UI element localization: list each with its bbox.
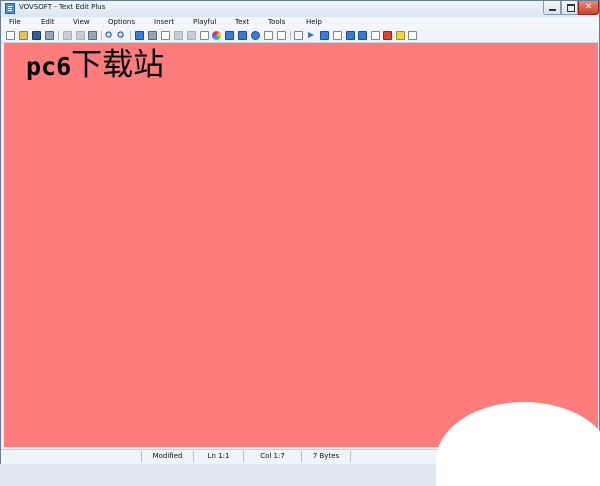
brush-icon[interactable] — [225, 31, 234, 40]
copy-icon[interactable] — [76, 31, 85, 40]
at-sign-icon[interactable] — [251, 31, 260, 40]
minimize-button[interactable] — [543, 1, 561, 15]
menu-help[interactable]: Help — [306, 18, 322, 26]
toolbar — [1, 29, 599, 43]
print-icon[interactable] — [45, 31, 54, 40]
calendar-icon[interactable] — [200, 31, 209, 40]
editor-content: pc6下载站 — [26, 47, 164, 85]
menu-text[interactable]: Text — [235, 18, 249, 26]
upload-icon[interactable] — [346, 31, 355, 40]
menu-edit[interactable]: Edit — [41, 18, 55, 26]
arrow-right-icon[interactable] — [307, 31, 316, 40]
save-icon[interactable] — [32, 31, 41, 40]
list-icon[interactable] — [264, 31, 273, 40]
editor-content-latin: pc6 — [26, 52, 72, 81]
notes-icon[interactable] — [408, 31, 417, 40]
indent-icon[interactable] — [294, 31, 303, 40]
toolbar-separator — [101, 31, 102, 40]
status-line: Ln 1:1 — [193, 451, 243, 462]
menu-file[interactable]: File — [9, 18, 21, 26]
download-icon[interactable] — [358, 31, 367, 40]
paste-icon[interactable] — [88, 31, 97, 40]
warning-icon[interactable] — [396, 31, 405, 40]
date-icon[interactable] — [383, 31, 392, 40]
menu-options[interactable]: Options — [108, 18, 135, 26]
menu-view[interactable]: View — [73, 18, 90, 26]
maximize-button[interactable] — [561, 1, 578, 15]
insert-table-icon[interactable] — [148, 31, 157, 40]
insert-image-icon[interactable] — [135, 31, 144, 40]
editor-content-cjk: 下载站 — [71, 47, 165, 83]
toolbar-separator — [130, 31, 131, 40]
stamp-icon[interactable] — [187, 31, 196, 40]
arrow-down-icon[interactable] — [320, 31, 329, 40]
app-window: VOVSOFT - Text Edit Plus ✕ File Edit Vie… — [0, 0, 600, 464]
status-size: 7 Bytes — [301, 451, 351, 462]
open-folder-icon[interactable] — [19, 31, 28, 40]
font-icon[interactable] — [161, 31, 170, 40]
toolbar-separator — [290, 31, 291, 40]
menu-insert[interactable]: Insert — [154, 18, 174, 26]
text-editor-area[interactable]: pc6下载站 — [4, 43, 598, 447]
document-icon[interactable] — [333, 31, 342, 40]
status-modified: Modified — [141, 451, 193, 462]
color-picker-icon[interactable] — [212, 31, 221, 40]
find-icon[interactable] — [105, 31, 114, 40]
filter-icon[interactable] — [238, 31, 247, 40]
window-title: VOVSOFT - Text Edit Plus — [19, 3, 106, 11]
menu-tools[interactable]: Tools — [268, 18, 285, 26]
keyboard-icon[interactable] — [277, 31, 286, 40]
menu-bar: File Edit View Options Insert Playful Te… — [1, 17, 599, 29]
replace-icon[interactable] — [117, 31, 126, 40]
title-bar[interactable]: VOVSOFT - Text Edit Plus ✕ — [1, 1, 599, 17]
cut-icon[interactable] — [63, 31, 72, 40]
close-icon: ✕ — [584, 2, 593, 12]
app-icon[interactable] — [5, 3, 15, 14]
page-icon[interactable] — [371, 31, 380, 40]
close-button[interactable]: ✕ — [578, 1, 599, 15]
status-column: Col 1:7 — [243, 451, 301, 462]
lock-icon[interactable] — [174, 31, 183, 40]
toolbar-separator — [58, 31, 59, 40]
menu-playful[interactable]: Playful — [193, 18, 216, 26]
new-document-icon[interactable] — [6, 31, 15, 40]
